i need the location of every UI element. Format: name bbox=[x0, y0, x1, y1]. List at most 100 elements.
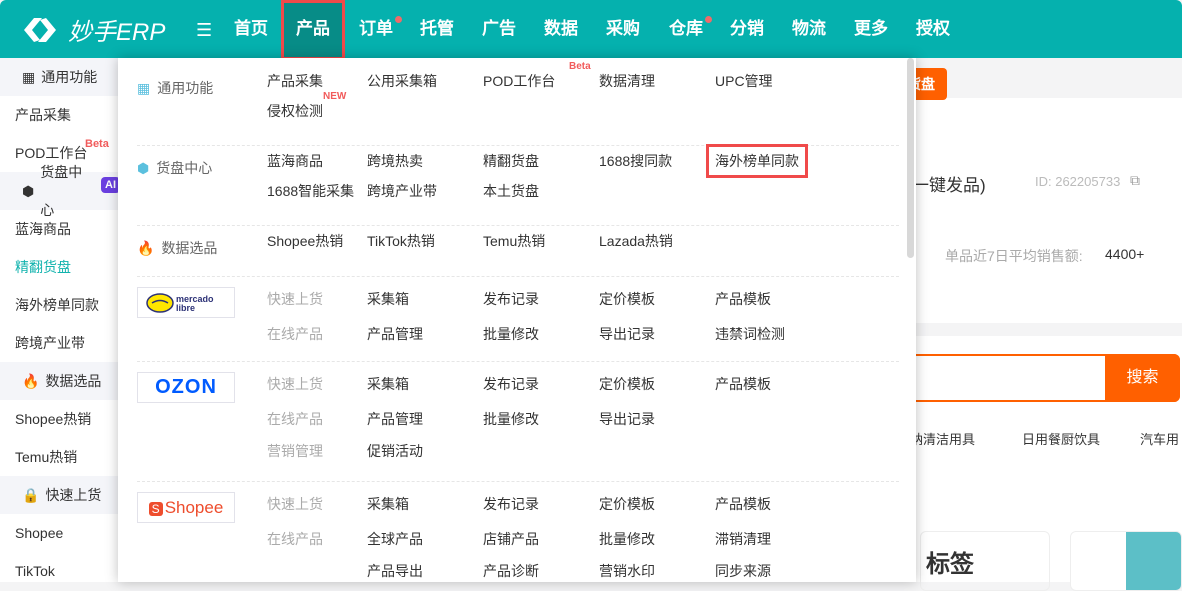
menu-item-label: 产品模板 bbox=[715, 290, 771, 307]
nav-item[interactable]: 采购 bbox=[595, 0, 651, 58]
menu-item[interactable]: 采集箱 bbox=[367, 289, 483, 309]
menu-item[interactable]: 滞销清理 bbox=[715, 529, 831, 549]
nav-item[interactable]: 首页 bbox=[223, 0, 279, 58]
menu-item[interactable]: 发布记录 bbox=[483, 289, 599, 309]
section-label-text: 通用功能 bbox=[157, 80, 214, 96]
menu-item[interactable]: 采集箱 bbox=[367, 494, 483, 514]
menu-item[interactable]: 产品模板 bbox=[715, 374, 831, 394]
menu-item[interactable]: 公用采集箱 bbox=[367, 71, 483, 91]
menu-item[interactable]: TikTok热销 bbox=[367, 231, 483, 251]
menu-item[interactable]: 跨境热卖 bbox=[367, 151, 483, 171]
sidebar-item[interactable]: Shopee热销 bbox=[0, 400, 120, 438]
menu-item[interactable]: 跨境产业带 bbox=[367, 181, 483, 201]
menu-item[interactable]: 批量修改 bbox=[599, 529, 715, 549]
section-label: ▦ 通用功能 bbox=[137, 78, 213, 98]
copy-icon[interactable]: ⧉ bbox=[1130, 172, 1140, 189]
menu-item[interactable]: 导出记录 bbox=[599, 324, 715, 344]
menu-item[interactable]: 批量修改 bbox=[483, 324, 599, 344]
sidebar-item[interactable]: POD工作台 Beta bbox=[0, 134, 120, 172]
menu-item-label: 快速上货 bbox=[267, 495, 323, 512]
sidebar-item[interactable]: 海外榜单同款 bbox=[0, 286, 120, 324]
menu-item[interactable]: 定价模板 bbox=[599, 494, 715, 514]
nav-item[interactable]: 更多 bbox=[843, 0, 899, 58]
nav-item[interactable]: 托管 bbox=[409, 0, 465, 58]
menu-item-label: 数据清理 bbox=[599, 73, 655, 89]
menu-item[interactable]: 产品管理 bbox=[367, 409, 483, 429]
category-1[interactable]: 纳清洁用具 bbox=[910, 429, 975, 448]
stat-value: 4400+ bbox=[1105, 246, 1145, 262]
nav-label: 数据 bbox=[544, 19, 578, 38]
menu-item[interactable]: 违禁词检测 bbox=[715, 324, 831, 344]
sidebar-group[interactable]: ▦ 通用功能 bbox=[0, 58, 120, 96]
menu-item[interactable]: 产品导出 bbox=[367, 561, 483, 581]
nav-label: 托管 bbox=[420, 19, 454, 38]
menu-item[interactable]: POD工作台 Beta bbox=[483, 61, 599, 91]
nav-item[interactable]: 分销 bbox=[719, 0, 775, 58]
sidebar-item[interactable]: Temu热销 bbox=[0, 438, 120, 476]
category-2[interactable]: 日用餐厨饮具 bbox=[1022, 429, 1100, 448]
nav-item[interactable]: 授权 bbox=[905, 0, 961, 58]
product-card[interactable] bbox=[1070, 531, 1182, 591]
app-logo[interactable]: 妙手ERP bbox=[20, 12, 165, 47]
menu-item-label: 快速上货 bbox=[267, 375, 323, 392]
menu-item[interactable]: 促销活动 bbox=[367, 441, 483, 461]
menu-item[interactable]: 1688搜同款 bbox=[599, 151, 715, 171]
menu-item[interactable]: 发布记录 bbox=[483, 494, 599, 514]
menu-item[interactable]: 导出记录 bbox=[599, 409, 715, 429]
nav-item[interactable]: 物流 bbox=[781, 0, 837, 58]
menu-item[interactable]: 本土货盘 bbox=[483, 181, 599, 201]
nav-item[interactable]: 订单 bbox=[348, 0, 404, 58]
menu-item[interactable]: 蓝海商品 bbox=[267, 151, 367, 171]
nav-item[interactable]: 产品 bbox=[281, 0, 345, 60]
menu-item[interactable]: 产品模板 bbox=[715, 289, 831, 309]
cube-icon: ⬢ bbox=[137, 159, 150, 176]
menu-item-label: 采集箱 bbox=[367, 375, 409, 392]
menu-item[interactable]: 侵权检测 NEW bbox=[267, 91, 367, 121]
menu-item[interactable]: 营销水印 bbox=[599, 561, 715, 581]
menu-item[interactable]: Lazada热销 bbox=[599, 231, 715, 251]
menu-item[interactable]: 精翻货盘 bbox=[483, 151, 599, 171]
menu-item[interactable]: 定价模板 bbox=[599, 374, 715, 394]
menu-item[interactable]: 发布记录 bbox=[483, 374, 599, 394]
sidebar-group[interactable]: 🔥 数据选品 bbox=[0, 362, 120, 400]
menu-toggle-icon[interactable]: ☰ bbox=[196, 20, 212, 41]
menu-item[interactable]: 1688智能采集 bbox=[267, 181, 367, 201]
menu-item: 快速上货 bbox=[267, 374, 367, 394]
product-card[interactable]: 标签 bbox=[920, 531, 1050, 591]
nav-label: 首页 bbox=[234, 19, 268, 38]
menu-item[interactable]: 海外榜单同款 bbox=[706, 144, 831, 178]
menu-item[interactable]: 定价模板 bbox=[599, 289, 715, 309]
sidebar-item-label: 产品采集 bbox=[15, 107, 71, 123]
sidebar-group[interactable]: ⬢ 货盘中心 AI bbox=[0, 164, 120, 218]
sidebar-item-label: 蓝海商品 bbox=[15, 221, 71, 237]
sidebar-item[interactable]: 跨境产业带 bbox=[0, 324, 120, 362]
sidebar-item[interactable]: TikTok bbox=[0, 552, 120, 590]
nav-item[interactable]: 数据 bbox=[533, 0, 589, 58]
menu-item[interactable]: Temu热销 bbox=[483, 231, 599, 251]
menu-item[interactable]: 数据清理 bbox=[599, 71, 715, 91]
dropdown-scrollbar[interactable] bbox=[907, 58, 914, 258]
search-button[interactable]: 搜索 bbox=[1105, 354, 1180, 402]
menu-item[interactable]: 产品模板 bbox=[715, 494, 831, 514]
category-3[interactable]: 汽车用 bbox=[1140, 429, 1179, 448]
menu-item[interactable]: 全球产品 bbox=[367, 529, 483, 549]
menu-item[interactable]: UPC管理 bbox=[715, 71, 831, 91]
menu-item[interactable]: 产品管理 bbox=[367, 324, 483, 344]
sidebar-item[interactable]: 精翻货盘 bbox=[0, 248, 120, 286]
menu-item-label: 营销管理 bbox=[267, 443, 323, 459]
menu-item-label: 产品采集 bbox=[267, 73, 323, 89]
nav-item[interactable]: 广告 bbox=[471, 0, 527, 58]
menu-item[interactable]: 产品诊断 bbox=[483, 561, 599, 581]
menu-item[interactable]: 采集箱 bbox=[367, 374, 483, 394]
sidebar-item[interactable]: Shopee bbox=[0, 514, 120, 552]
sidebar-item[interactable]: 蓝海商品 bbox=[0, 210, 120, 248]
menu-item[interactable]: 店铺产品 bbox=[483, 529, 599, 549]
menu-item[interactable]: 同步来源 bbox=[715, 561, 831, 581]
menu-item[interactable]: 产品采集 bbox=[267, 71, 367, 91]
menu-item[interactable]: 批量修改 bbox=[483, 409, 599, 429]
menu-item-label: POD工作台 bbox=[483, 73, 556, 89]
menu-item[interactable]: Shopee热销 bbox=[267, 231, 367, 251]
nav-item[interactable]: 仓库 bbox=[658, 0, 714, 58]
menu-item-label: 店铺产品 bbox=[483, 530, 539, 547]
sidebar-group[interactable]: 🔒 快速上货 bbox=[0, 476, 120, 514]
